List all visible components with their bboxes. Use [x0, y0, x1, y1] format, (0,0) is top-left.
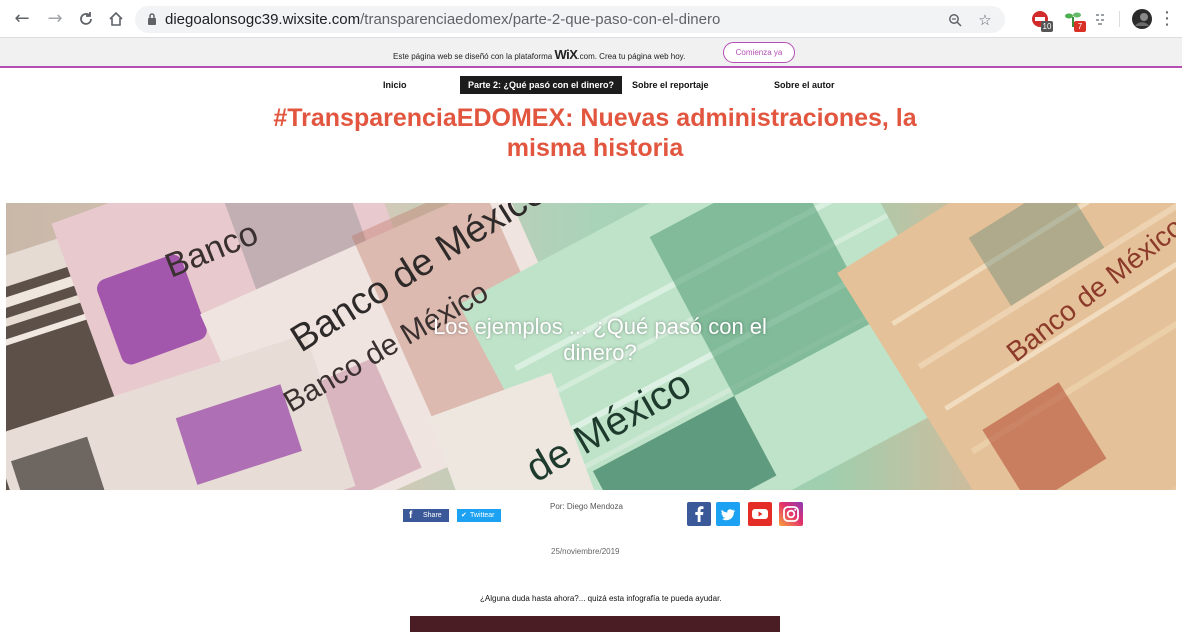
- byline: Por: Diego Mendoza: [550, 502, 623, 511]
- toolbar-divider: [1119, 11, 1120, 27]
- page-title: #TransparenciaEDOMEX: Nuevas administrac…: [273, 104, 917, 162]
- extension-badge: 10: [1041, 21, 1053, 32]
- infographic-intro: ¿Alguna duda hasta ahora?... quizá esta …: [480, 594, 722, 603]
- forward-arrow-icon[interactable]: →: [45, 9, 65, 29]
- zoom-icon[interactable]: [945, 10, 965, 30]
- back-arrow-icon[interactable]: ←: [12, 9, 32, 29]
- article-date: 25/noviembre/2019: [551, 547, 620, 556]
- extension-plant-icon[interactable]: 7: [1063, 9, 1086, 32]
- nav-item-sobre-autor[interactable]: Sobre el autor: [774, 76, 835, 94]
- browser-toolbar: ← → diegoalonsogc39.wixsite.com/transpar…: [0, 0, 1182, 38]
- facebook-f-icon: f: [409, 510, 413, 521]
- wix-banner: Este página web se diseñó con la platafo…: [0, 38, 1182, 68]
- wix-start-button[interactable]: Comienza ya: [723, 42, 795, 63]
- instagram-icon[interactable]: [779, 502, 803, 526]
- facebook-share-button[interactable]: f Share: [403, 509, 449, 522]
- nav-item-inicio[interactable]: Inicio: [383, 76, 407, 94]
- hero-caption: Los ejemplos ... ¿Qué pasó con el dinero…: [433, 314, 767, 365]
- infographic-embed[interactable]: [410, 616, 780, 632]
- profile-avatar[interactable]: [1131, 8, 1153, 30]
- youtube-icon[interactable]: [748, 502, 772, 526]
- facebook-icon[interactable]: [687, 502, 711, 526]
- wix-banner-text: Este página web se diseñó con la platafo…: [393, 47, 686, 62]
- url-text: diegoalonsogc39.wixsite.com/transparenci…: [165, 11, 721, 28]
- nav-item-parte-2[interactable]: Parte 2: ¿Qué pasó con el dinero?: [460, 76, 623, 94]
- extension-adblock-icon[interactable]: 10: [1030, 9, 1053, 32]
- home-icon[interactable]: [106, 9, 126, 29]
- twitter-share-button[interactable]: ✔ Twittear: [457, 509, 501, 522]
- twitter-icon[interactable]: [716, 502, 740, 526]
- wix-logo: WiX: [554, 47, 578, 62]
- reload-icon[interactable]: [76, 9, 96, 29]
- nav-item-sobre-reportaje[interactable]: Sobre el reportaje: [632, 76, 709, 94]
- extension-badge: 7: [1074, 21, 1086, 32]
- extension-grid-icon[interactable]: [1092, 9, 1112, 29]
- address-bar[interactable]: diegoalonsogc39.wixsite.com/transparenci…: [135, 6, 1005, 33]
- menu-dots-icon[interactable]: ⋮: [1157, 9, 1177, 29]
- star-icon[interactable]: ☆: [975, 10, 995, 30]
- twitter-bird-icon: ✔: [461, 512, 467, 519]
- lock-icon: [148, 13, 156, 25]
